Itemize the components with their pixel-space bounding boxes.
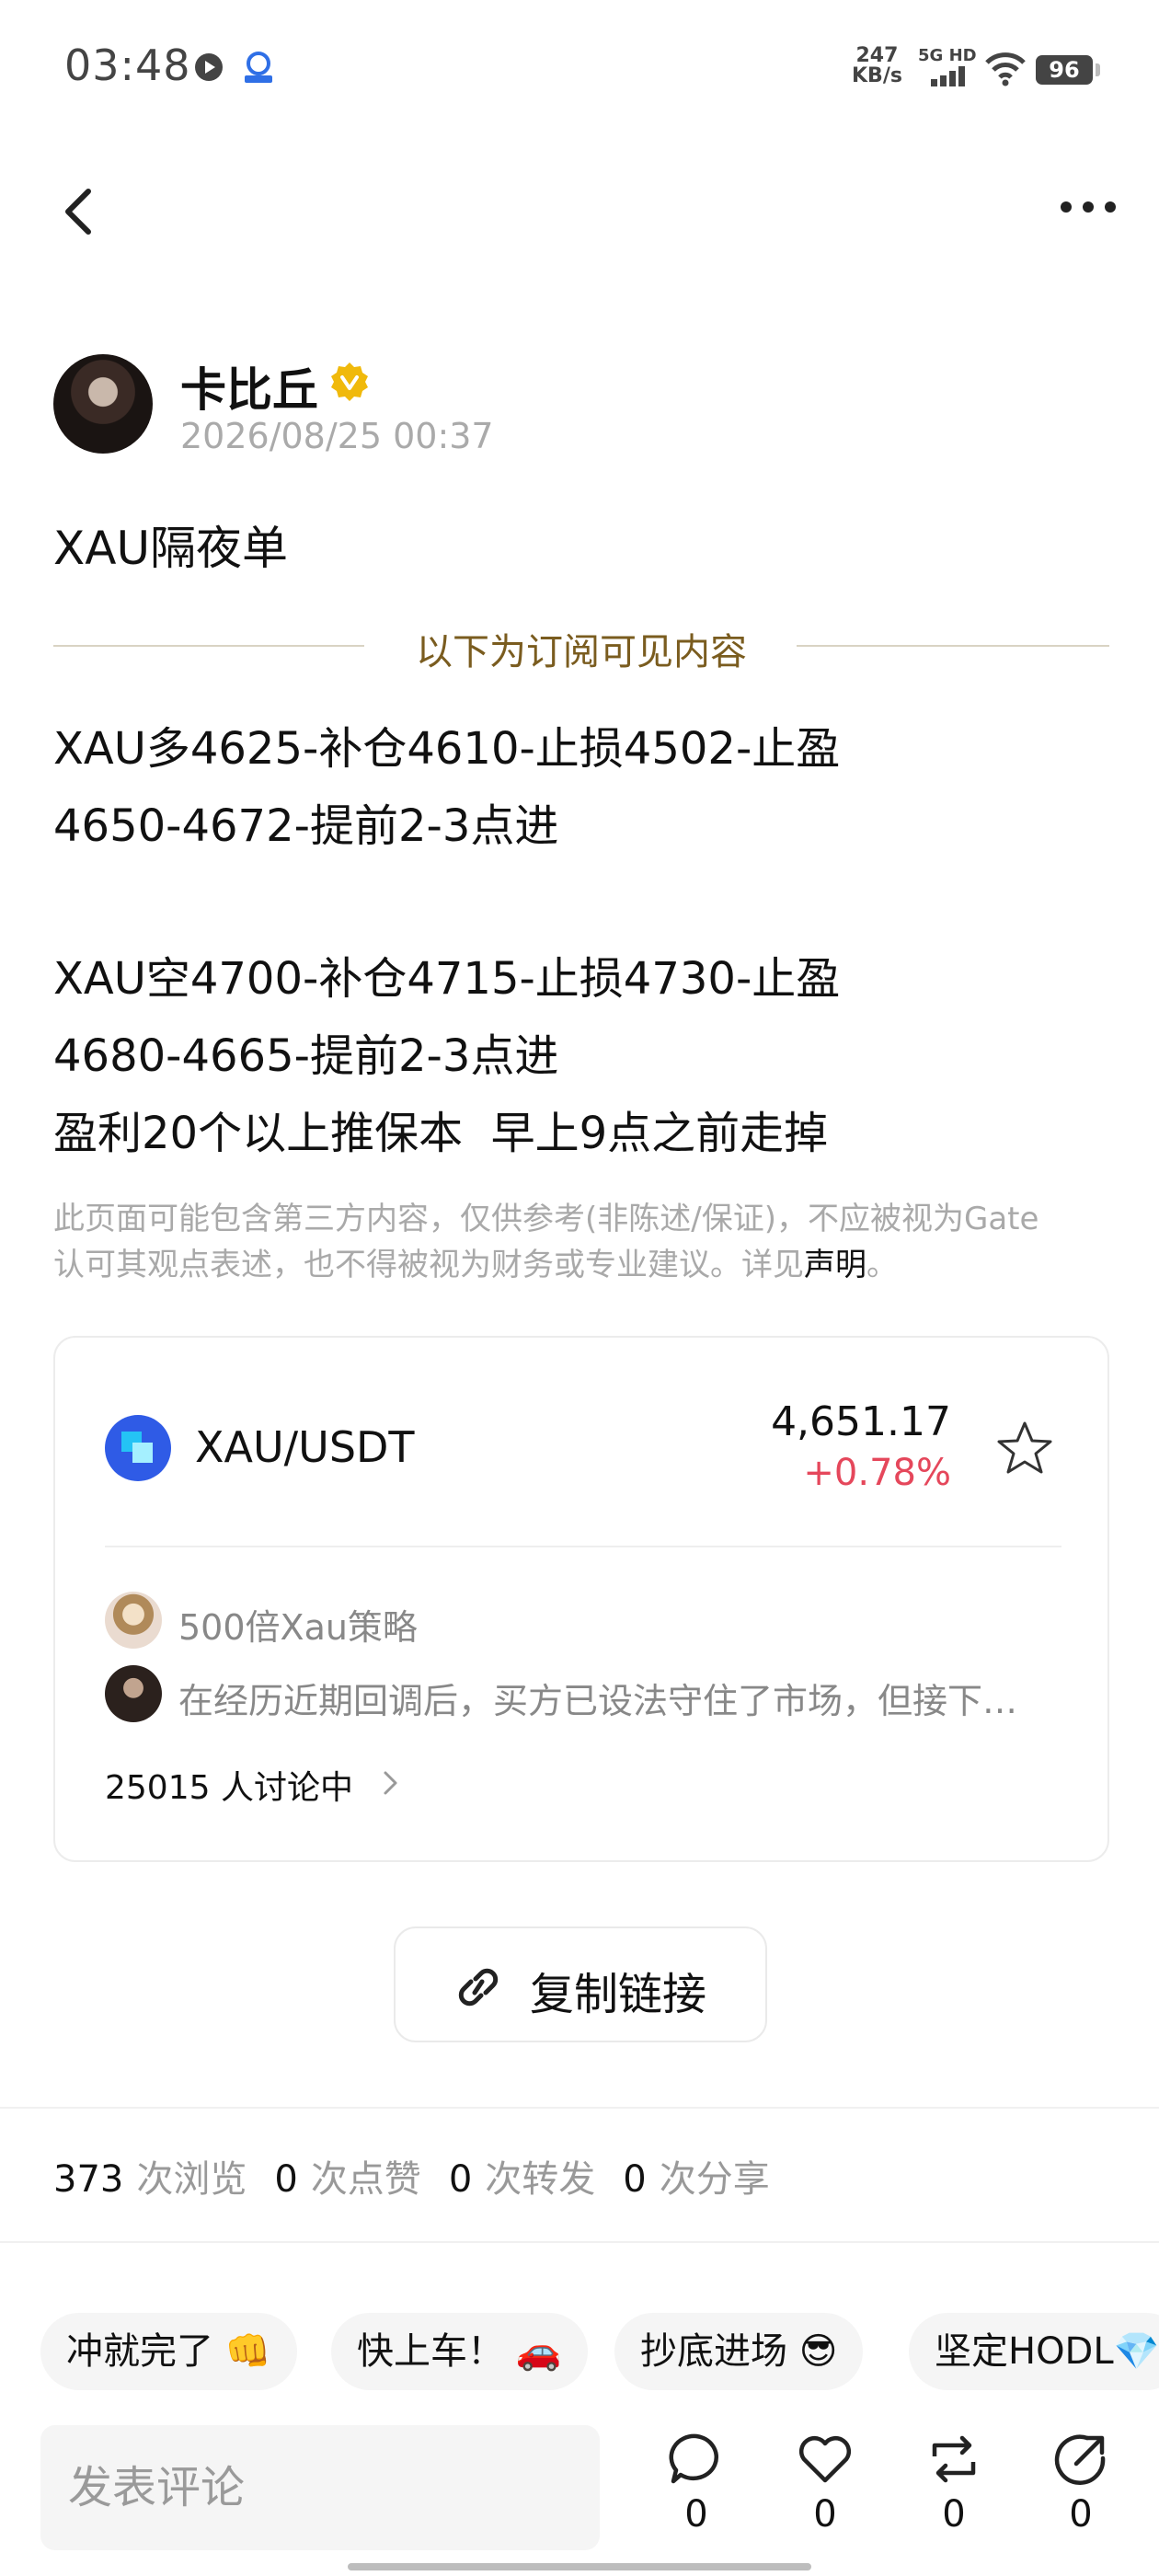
likes-label: 次点赞 [310, 2158, 421, 2201]
section-separator [0, 2241, 1159, 2243]
signal-label: 5G HD [918, 46, 977, 65]
shares-count: 0 [623, 2158, 647, 2201]
battery-indicator: 96 [1036, 55, 1100, 85]
comment-bubble-icon [669, 2433, 719, 2484]
network-speed: 247 KB/s [852, 46, 902, 86]
more-options-icon[interactable] [1058, 193, 1119, 221]
post-body-line: 4680-4665-提前2-3点进 [53, 1030, 559, 1082]
verified-badge-icon [331, 362, 368, 401]
disclaimer-line2: 认可其观点表述，也不得被视为财务或专业建议。详见 [53, 1247, 804, 1283]
repost-action[interactable]: 0 [912, 2429, 995, 2536]
like-action[interactable]: 0 [784, 2429, 866, 2536]
quick-reply-chip[interactable]: 快上车！ 🚗 [331, 2313, 588, 2390]
market-card[interactable]: XAU/USDT 4,651.17 +0.78% 500倍Xau策略 在经历近期… [53, 1336, 1109, 1862]
quick-reply-chip[interactable]: 冲就完了 👊 [40, 2313, 297, 2390]
play-icon [195, 53, 223, 81]
comment-preview: 在经历近期回调后，买方已设法守住了市场，但接下… [178, 1681, 1018, 1721]
commenter-avatar [105, 1665, 162, 1722]
price-change: +0.78% [803, 1452, 951, 1494]
comment-input[interactable]: 发表评论 [40, 2425, 600, 2550]
shares-label: 次分享 [659, 2158, 770, 2201]
app-notification-icon [245, 52, 272, 83]
post-body-line: XAU空4700-补仓4715-止损4730-止盈 [53, 953, 841, 1005]
share-icon [1054, 2434, 1106, 2485]
top-nav [0, 156, 1159, 258]
like-count: 0 [813, 2493, 837, 2536]
subscriber-divider-text: 以下为订阅可见内容 [416, 631, 747, 673]
repost-icon [932, 2435, 976, 2483]
net-speed-unit: KB/s [852, 64, 902, 87]
author-avatar[interactable] [53, 354, 153, 454]
commenter-avatar [105, 1592, 162, 1649]
quick-reply-chip[interactable]: 坚定HODL💎 [909, 2313, 1159, 2390]
author-name[interactable]: 卡比丘 [180, 353, 318, 420]
comment-preview: 500倍Xau策略 [178, 1607, 418, 1648]
reposts-label: 次转发 [485, 2158, 596, 2201]
disclaimer-link[interactable]: 声明 [804, 1247, 866, 1283]
post-title: XAU隔夜单 [53, 522, 289, 575]
heart-icon [798, 2436, 852, 2483]
quick-reply-chip[interactable]: 抄底进场 😎 [614, 2313, 864, 2390]
wifi-icon [985, 52, 1026, 86]
status-bar: 03:48 247 KB/s 5G HD 96 [0, 0, 1159, 138]
link-icon [458, 1968, 499, 2007]
trading-pair[interactable]: XAU/USDT [195, 1422, 415, 1472]
disclaimer-line1: 此页面可能包含第三方内容，仅供参考(非陈述/保证)，不应被视为Gate [53, 1201, 1039, 1237]
comment-action[interactable]: 0 [655, 2429, 738, 2536]
post-stats: 373 次浏览 0 次点赞 0 次转发 0 次分享 [53, 2149, 798, 2202]
cellular-signal-icon [931, 66, 965, 86]
favorite-star-icon[interactable] [995, 1419, 1054, 1478]
chevron-right-icon[interactable] [381, 1768, 401, 1798]
repost-count: 0 [942, 2493, 966, 2536]
subscriber-divider: 以下为订阅可见内容 [53, 618, 1109, 673]
post-body-line: 4650-4672-提前2-3点进 [53, 800, 559, 852]
quick-reply-chips: 冲就完了 👊 快上车！ 🚗 抄底进场 😎 坚定HODL💎 [40, 2313, 1159, 2390]
discussion-count[interactable]: 25015 人讨论中 [105, 1761, 353, 1809]
card-separator [105, 1546, 1061, 1547]
views-label: 次浏览 [136, 2158, 247, 2201]
views-count: 373 [53, 2158, 124, 2201]
back-arrow-icon[interactable] [57, 184, 103, 239]
price: 4,651.17 [771, 1398, 951, 1445]
home-indicator[interactable] [348, 2563, 811, 2570]
copy-link-button[interactable]: 复制链接 [394, 1926, 767, 2042]
share-count: 0 [1069, 2493, 1093, 2536]
xau-coin-icon [105, 1415, 171, 1481]
reposts-count: 0 [448, 2158, 473, 2201]
share-action[interactable]: 0 [1039, 2429, 1122, 2536]
status-time: 03:48 [64, 40, 191, 90]
disclaimer-end: 。 [866, 1247, 898, 1283]
comment-count: 0 [684, 2493, 708, 2536]
disclaimer: 此页面可能包含第三方内容，仅供参考(非陈述/保证)，不应被视为Gate 认可其观… [53, 1196, 1120, 1288]
copy-link-label: 复制链接 [530, 1969, 707, 2020]
likes-count: 0 [274, 2158, 298, 2201]
post-timestamp: 2026/08/25 00:37 [180, 416, 494, 456]
section-separator [0, 2107, 1159, 2109]
post-body-line: 盈利20个以上推保本 早上9点之前走掉 [53, 1108, 829, 1159]
post-body-line: XAU多4625-补仓4610-止损4502-止盈 [53, 723, 841, 775]
